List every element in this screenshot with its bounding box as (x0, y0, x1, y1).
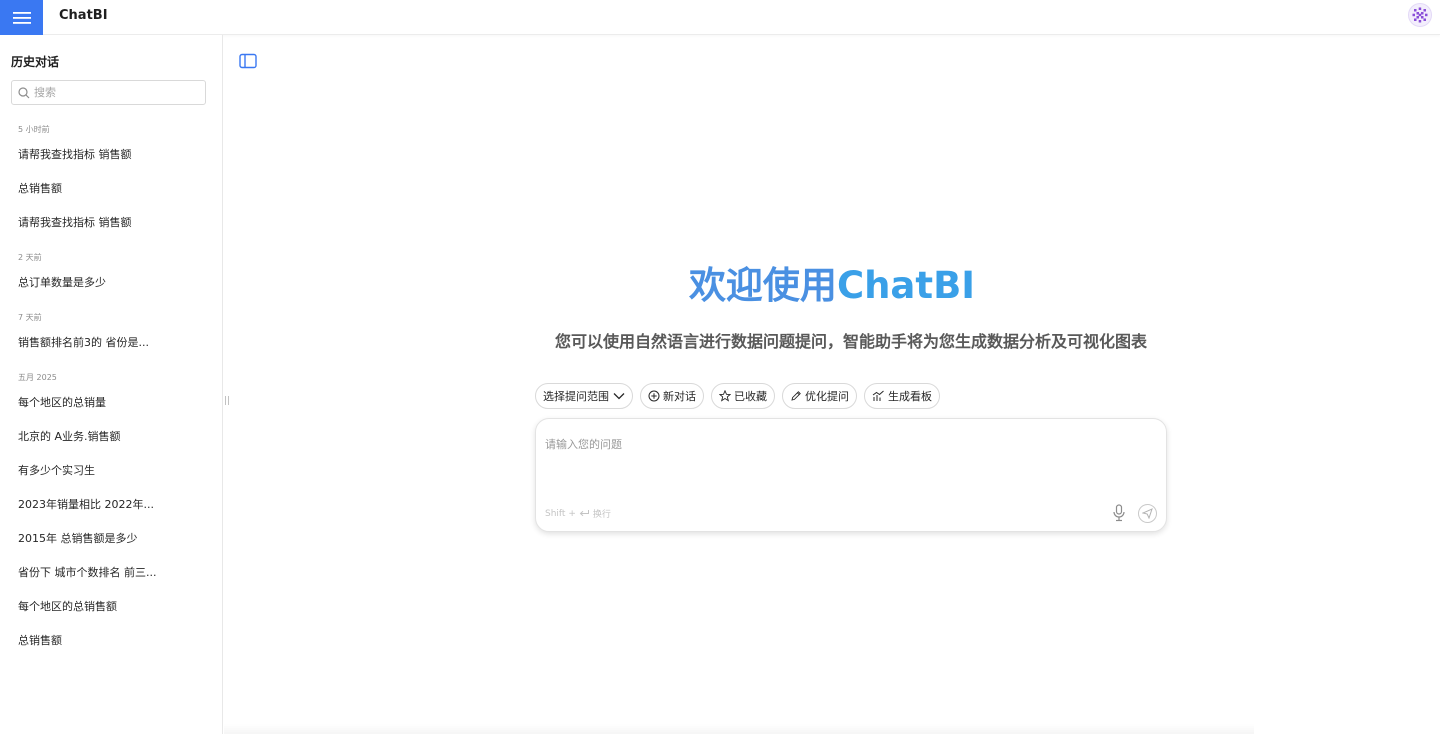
edit-pen-icon (791, 391, 801, 401)
chevron-down-icon (613, 393, 625, 400)
new-chat-button[interactable]: 新对话 (640, 383, 704, 409)
question-input[interactable] (545, 436, 1145, 476)
scope-label: 选择提问范围 (543, 390, 609, 403)
voice-input-button[interactable] (1111, 504, 1127, 522)
conversation-item[interactable]: 北京的 A业务.销售额 (18, 428, 208, 444)
hint-key: Shift + (545, 508, 576, 519)
conversation-item[interactable]: 总销售额 (18, 180, 208, 196)
conversation-item[interactable]: 有多少个实习生 (18, 462, 208, 478)
question-input-card: Shift + 换行 (535, 418, 1167, 532)
app-title: ChatBI (59, 8, 108, 23)
welcome-title: 欢迎使用ChatBI (0, 255, 1440, 309)
scope-select-button[interactable]: 选择提问范围 (535, 383, 633, 409)
welcome-brand: ChatBI (836, 264, 976, 307)
conversation-item[interactable]: 2023年销量相比 2022年... (18, 496, 208, 512)
group-label-recent: 5 小时前 (18, 125, 50, 134)
hint-action: 换行 (592, 510, 611, 520)
history-sidebar: 历史对话 5 小时前 请帮我查找指标 销售额 总销售额 请帮我查找指标 销售额 … (0, 35, 223, 734)
sidebar-panel-icon (239, 53, 257, 69)
bottom-shadow (224, 724, 1254, 734)
sidebar-resize-handle[interactable]: || (224, 396, 230, 406)
avatar-pattern-icon (1412, 7, 1428, 23)
conversation-item[interactable]: 销售额排名前3的 省份是... (18, 334, 208, 350)
avatar[interactable] (1408, 3, 1432, 27)
enter-key-icon (579, 510, 589, 517)
conversation-item[interactable]: 省份下 城市个数排名 前三... (18, 564, 208, 580)
search-icon (18, 86, 30, 98)
generate-dashboard-button[interactable]: 生成看板 (864, 383, 940, 409)
favorites-button[interactable]: 已收藏 (711, 383, 775, 409)
favorites-label: 已收藏 (734, 390, 767, 403)
new-chat-label: 新对话 (663, 390, 696, 403)
search-input[interactable] (34, 86, 194, 99)
top-bar: ChatBI (0, 0, 1440, 35)
sidebar-toggle-button[interactable] (239, 53, 257, 69)
optimize-question-button[interactable]: 优化提问 (782, 383, 857, 409)
group-label-7days: 7 天前 (18, 313, 42, 322)
menu-button[interactable] (0, 0, 43, 35)
conversation-item[interactable]: 请帮我查找指标 销售额 (18, 214, 208, 230)
send-button[interactable] (1138, 504, 1157, 523)
welcome-subtitle: 您可以使用自然语言进行数据问题提问，智能助手将为您生成数据分析及可视化图表 (554, 332, 1147, 351)
plus-circle-icon (648, 390, 660, 402)
optimize-label: 优化提问 (805, 390, 849, 403)
conversation-item[interactable]: 请帮我查找指标 销售额 (18, 146, 208, 162)
search-box[interactable] (11, 80, 206, 105)
welcome-prefix: 欢迎使用 (688, 264, 837, 307)
group-label-may-2025: 五月 2025 (18, 373, 57, 382)
newline-hint: Shift + 换行 (545, 507, 611, 521)
sidebar-heading: 历史对话 (11, 55, 60, 69)
hamburger-icon (12, 11, 31, 24)
conversation-item[interactable]: 2015年 总销售额是多少 (18, 530, 208, 546)
prompt-toolbar: 选择提问范围 新对话 已收藏 优化提问 生成看板 (535, 383, 940, 409)
dashboard-label: 生成看板 (888, 390, 932, 403)
star-icon (719, 390, 731, 402)
conversation-item[interactable]: 每个地区的总销售额 (18, 598, 208, 614)
conversation-item[interactable]: 总销售额 (18, 632, 208, 648)
send-icon (1142, 508, 1153, 519)
microphone-icon (1113, 504, 1125, 522)
conversation-item[interactable]: 每个地区的总销量 (18, 394, 208, 410)
chart-icon (872, 390, 884, 401)
